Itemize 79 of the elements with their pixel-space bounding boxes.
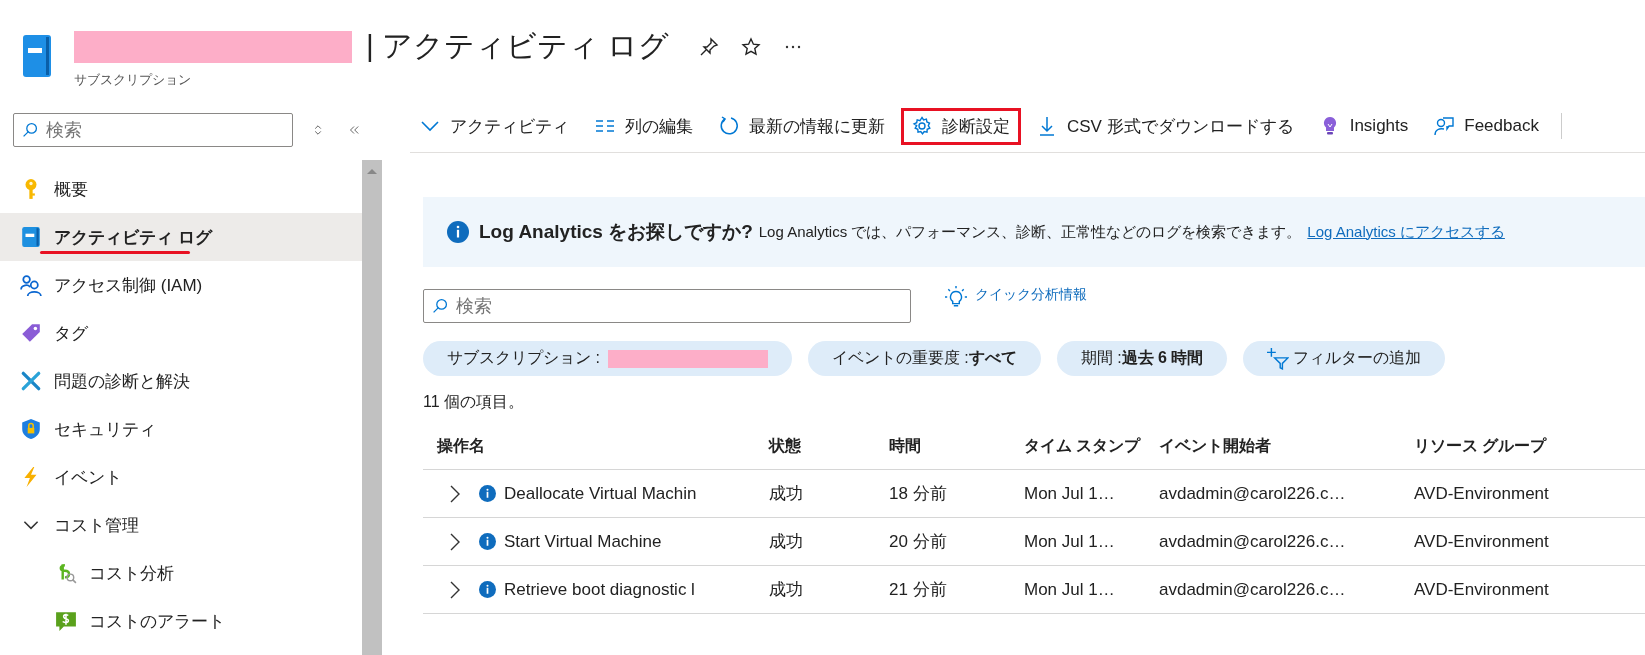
toolbar-button[interactable]: Feedback [1424,110,1549,142]
sidebar-item[interactable]: コスト分析 [0,549,362,597]
column-header[interactable]: タイム スタンプ [1010,435,1145,457]
add-filter-button[interactable]: フィルターの追加 [1243,341,1446,376]
table-cell: avdadmin@carol226.c… [1159,531,1346,551]
chevron-right-icon[interactable] [449,483,461,504]
chevron-right-icon[interactable] [449,579,461,600]
search-field[interactable]: 検索 [13,113,293,147]
toolbar-button[interactable]: 診断設定 [901,107,1021,145]
tag-icon [20,322,42,344]
page-title: | アクティビティ ログ [366,28,670,64]
feedback-icon [1434,116,1455,136]
star-icon[interactable] [741,36,762,57]
sidebar-item[interactable]: 問題の診断と解決 [0,357,362,405]
search-field[interactable]: 検索 [423,289,911,323]
page-subtitle: サブスクリプション [74,71,192,89]
filter-pill[interactable]: イベントの重要度 :すべて [807,341,1041,376]
sidebar-item[interactable]: イベント [0,453,362,501]
toolbar-button[interactable]: アクティビティ [410,108,579,144]
toolbar-button[interactable]: CSV 形式でダウンロードする [1027,108,1304,144]
info-icon [479,485,496,502]
table-cell: Mon Jul 1… [1024,579,1115,599]
add-filter-icon [1267,347,1290,370]
filter-pill[interactable]: サブスクリプション : [423,341,792,376]
gear-icon [912,116,932,136]
table-cell: avdadmin@carol226.c… [1159,579,1346,599]
shield-icon [20,418,42,440]
table-cell: Start Virtual Machine [504,531,662,552]
column-header[interactable]: 状態 [755,435,875,457]
table-cell: AVD-Environment [1414,579,1549,599]
table-cell: Mon Jul 1… [1024,483,1115,503]
toolbar-button[interactable]: Insights [1309,110,1419,142]
collapse-icon[interactable] [347,123,361,137]
toolbar-button[interactable]: 列の編集 [585,108,703,144]
toolbar-button[interactable]: 最新の情報に更新 [709,108,895,144]
sidebar-item[interactable]: アクセス制御 (IAM) [0,261,362,309]
table-cell: Deallocate Virtual Machin [504,483,697,504]
column-header[interactable]: 時間 [875,435,1010,457]
sidebar-item[interactable]: コストのアラート [0,597,362,645]
pin-icon[interactable] [699,36,720,57]
table-cell: Mon Jul 1… [1024,531,1115,551]
scrollbar[interactable] [362,160,382,655]
column-header[interactable]: イベント開始者 [1145,435,1400,457]
column-header[interactable]: 操作名 [423,435,755,457]
lightbulb-icon [945,286,967,308]
table-cell: 成功 [769,580,803,599]
search-icon [22,122,38,138]
info-icon [479,581,496,598]
table-cell: 21 分前 [889,580,947,599]
info-icon [447,221,469,243]
banner-title: Log Analytics をお探しですか? [479,220,753,244]
sidebar-item[interactable]: アクティビティ ログ [0,213,362,261]
chevron-right-icon[interactable] [449,531,461,552]
sidebar-item[interactable]: セキュリティ [0,405,362,453]
sidebar-item[interactable]: タグ [0,309,362,357]
banner-text: Log Analytics では、パフォーマンス、診断、正常性などのログを検索できます。 [758,222,1302,242]
table-cell: 20 分前 [889,532,947,551]
table-cell: 18 分前 [889,484,947,503]
book-icon [20,226,42,248]
search-icon [432,298,448,314]
quick-insights-link[interactable]: クイック分析情報 [945,286,1087,308]
table-cell: 成功 [769,484,803,503]
filter-pill[interactable]: 期間 :過去 6 時間 [1056,341,1228,376]
sidebar-item[interactable]: コスト管理 [0,501,362,549]
table-cell: AVD-Environment [1414,483,1549,503]
item-count: 11 個の項目。 [423,392,526,412]
table-cell: AVD-Environment [1414,531,1549,551]
sidebar-item[interactable]: 概要 [0,165,362,213]
dollar-bubble-icon [55,610,77,632]
table-cell: avdadmin@carol226.c… [1159,483,1346,503]
refresh-icon [719,116,739,136]
info-icon [479,533,496,550]
people-icon [20,274,42,296]
download-icon [1037,116,1057,136]
book-icon [22,34,52,78]
banner-link[interactable]: Log Analytics にアクセスする [1307,222,1505,242]
table-cell: Retrieve boot diagnostic l [504,579,695,600]
column-header[interactable]: リソース グループ [1400,435,1630,457]
table-cell: 成功 [769,532,803,551]
